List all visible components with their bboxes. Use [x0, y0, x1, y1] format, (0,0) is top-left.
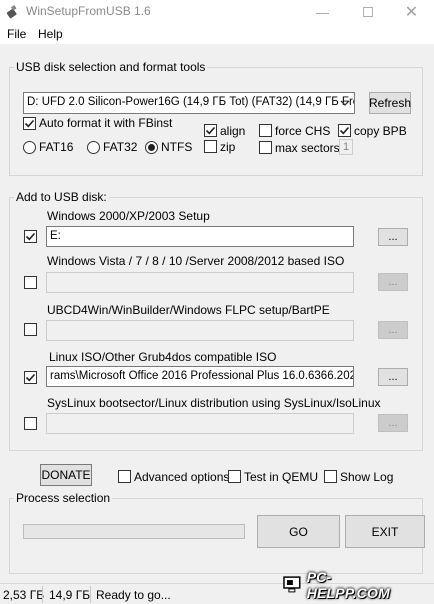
refresh-button-label: Refresh	[368, 96, 412, 110]
source-path-syslinux[interactable]	[46, 413, 354, 434]
watermark: PC-HELPP.COM	[283, 569, 413, 601]
chevron-down-icon	[340, 100, 350, 106]
menu-help[interactable]: Help	[38, 27, 63, 41]
go-button[interactable]: GO	[257, 515, 340, 548]
maximize-button[interactable]	[345, 0, 390, 24]
max-sectors-checkbox[interactable]	[259, 141, 272, 154]
source-label-ubcd: UBCD4Win/WinBuilder/Windows FLPC setup/B…	[47, 303, 330, 317]
browse-button-syslinux[interactable]: ...	[378, 414, 408, 432]
source-checkbox-winxp[interactable]	[24, 230, 37, 243]
advanced-options-label: Advanced options	[134, 470, 230, 484]
status-used: 2,53 ГБ	[3, 588, 45, 602]
show-log-label: Show Log	[340, 470, 394, 484]
auto-format-label: Auto format it with FBinst	[39, 116, 173, 130]
maximize-icon	[362, 7, 373, 17]
source-path-ubcd[interactable]	[46, 320, 354, 341]
force-chs-label: force CHS	[275, 124, 331, 138]
checkmark-icon	[339, 126, 350, 135]
browse-label: ...	[388, 276, 398, 288]
advanced-options-checkbox[interactable]	[118, 470, 131, 483]
source-path-linux-value: rams\Microsoft Office 2016 Professional …	[50, 370, 354, 382]
browse-button-linux[interactable]: ...	[378, 368, 408, 386]
source-checkbox-linux[interactable]	[24, 371, 37, 384]
browse-button-ubcd[interactable]: ...	[378, 321, 408, 339]
auto-format-checkbox[interactable]	[23, 117, 36, 130]
source-checkbox-ubcd[interactable]	[24, 323, 37, 336]
ntfs-label: NTFS	[161, 140, 193, 154]
test-qemu-label: Test in QEMU	[244, 470, 319, 484]
checkmark-icon	[205, 126, 216, 135]
donate-button[interactable]: DONATE	[40, 464, 92, 486]
add-to-usb-group-label: Add to USB disk:	[14, 190, 109, 204]
source-path-linux[interactable]: rams\Microsoft Office 2016 Professional …	[46, 366, 354, 387]
browse-button-vista[interactable]: ...	[378, 273, 408, 291]
zip-checkbox[interactable]	[204, 140, 217, 153]
donate-button-label: DONATE	[41, 468, 91, 482]
usb-disk-group-label: USB disk selection and format tools	[14, 60, 208, 74]
refresh-button[interactable]: Refresh	[369, 92, 411, 114]
ntfs-radio[interactable]	[145, 141, 158, 154]
checkmark-icon	[25, 232, 36, 241]
source-path-winxp[interactable]: E:	[46, 226, 354, 247]
go-button-label: GO	[289, 524, 308, 539]
copy-bpb-label: copy BPB	[354, 124, 407, 138]
checkmark-icon	[25, 373, 36, 382]
show-log-checkbox[interactable]	[324, 470, 337, 483]
source-label-vista: Windows Vista / 7 / 8 / 10 /Server 2008/…	[47, 254, 345, 268]
browse-label: ...	[388, 324, 398, 336]
browse-label: ...	[388, 417, 398, 429]
fat16-radio[interactable]	[23, 141, 36, 154]
status-message: Ready to go...	[96, 588, 171, 602]
monitor-logo-icon	[283, 576, 301, 593]
force-chs-checkbox[interactable]	[259, 124, 272, 137]
align-label: align	[220, 124, 246, 138]
process-group-label: Process selection	[14, 491, 113, 505]
usb-app-icon	[6, 5, 17, 19]
source-checkbox-vista[interactable]	[24, 276, 37, 289]
fat32-radio[interactable]	[87, 141, 100, 154]
browse-label: ...	[388, 371, 398, 383]
source-label-syslinux: SysLinux bootsector/Linux distribution u…	[47, 396, 381, 410]
status-separator	[90, 586, 91, 603]
zip-label: zip	[220, 140, 236, 154]
minimize-icon: —	[316, 4, 329, 20]
exit-button[interactable]: EXIT	[345, 515, 425, 548]
max-sectors-value: 1	[342, 141, 350, 153]
source-label-winxp: Windows 2000/XP/2003 Setup	[47, 209, 210, 223]
browse-label: ...	[388, 231, 398, 243]
usb-disk-select[interactable]: D: UFD 2.0 Silicon-Power16G (14,9 ГБ Tot…	[23, 92, 355, 114]
menu-bar: File Help	[0, 24, 434, 44]
align-checkbox[interactable]	[204, 124, 217, 137]
status-separator	[42, 586, 43, 603]
browse-button-winxp[interactable]: ...	[378, 228, 408, 246]
close-button[interactable]: ✕	[389, 0, 434, 24]
minimize-button[interactable]: —	[300, 0, 345, 24]
source-path-vista[interactable]	[46, 272, 354, 293]
source-path-winxp-value: E:	[50, 230, 61, 242]
menu-file[interactable]: File	[7, 27, 26, 41]
usb-disk-select-value: D: UFD 2.0 Silicon-Power16G (14,9 ГБ Tot…	[27, 96, 355, 108]
title-bar[interactable]: WinSetupFromUSB 1.6 — ✕	[0, 0, 434, 24]
fat16-label: FAT16	[39, 140, 74, 154]
max-sectors-input[interactable]: 1	[339, 139, 353, 155]
test-qemu-checkbox[interactable]	[228, 470, 241, 483]
exit-button-label: EXIT	[371, 524, 399, 539]
max-sectors-label: max sectors	[275, 141, 340, 155]
watermark-text: PC-HELPP.COM	[306, 569, 390, 601]
progress-bar	[23, 524, 245, 539]
fat32-label: FAT32	[103, 140, 138, 154]
source-label-linux: Linux ISO/Other Grub4dos compatible ISO	[49, 350, 277, 364]
close-icon: ✕	[404, 4, 419, 21]
status-total: 14,9 ГБ	[49, 588, 91, 602]
radio-selected-dot	[148, 144, 155, 151]
window-title: WinSetupFromUSB 1.6	[26, 4, 151, 18]
source-checkbox-syslinux[interactable]	[24, 417, 37, 430]
copy-bpb-checkbox[interactable]	[338, 124, 351, 137]
checkmark-icon	[24, 119, 35, 128]
